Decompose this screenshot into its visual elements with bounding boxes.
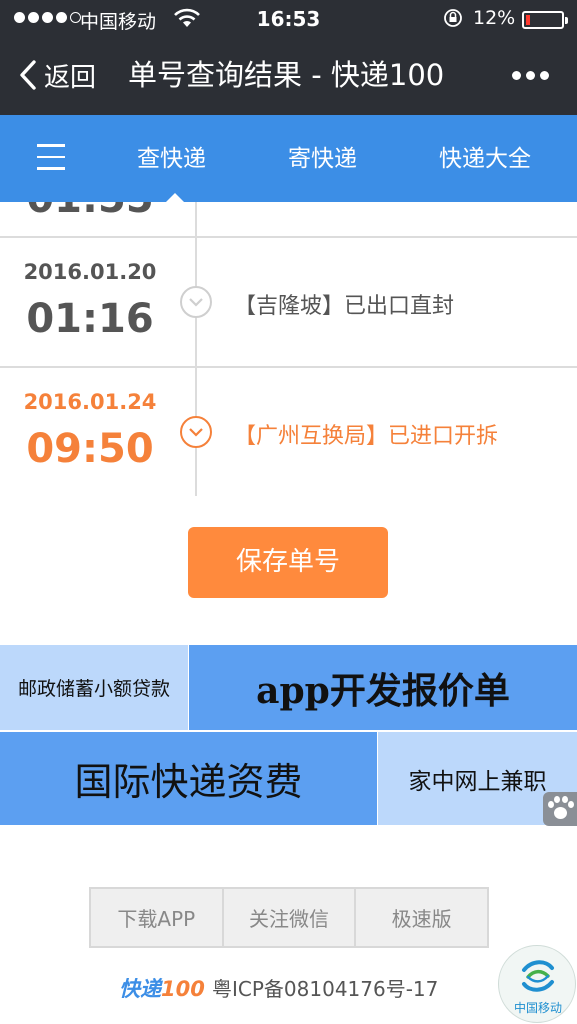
follow-wechat-link[interactable]: 关注微信 <box>224 889 357 946</box>
timeline-status-text: 【吉隆坡】已出口直封 <box>234 294 455 319</box>
battery-icon <box>522 11 568 29</box>
ad-link-postal-loan[interactable]: 邮政储蓄小额贷款 <box>0 645 188 730</box>
download-app-link[interactable]: 下载APP <box>91 889 224 946</box>
more-options-button[interactable] <box>512 71 549 80</box>
more-dot-icon <box>526 71 535 80</box>
timeline-chevron-down-icon <box>180 416 212 448</box>
back-button[interactable]: 返回 <box>18 55 96 95</box>
timeline-status-text: 【广州互换局】已进口开拆 <box>234 424 499 449</box>
kuaidi100-logo: 快递100 <box>119 973 205 1003</box>
nav-header: 返回 单号查询结果 - 快递100 <box>0 45 577 107</box>
battery-percent: 12% <box>473 7 516 29</box>
icp-license-text: 粤ICP备08104176号-17 <box>212 977 439 1001</box>
timeline-row-partial: 01:55 <box>0 202 577 238</box>
battery-level <box>526 15 530 25</box>
china-mobile-label: 中国移动 <box>513 1001 562 1015</box>
top-bar: 中国移动 16:53 12% 返回 单号查询结果 - 快递100 <box>0 0 577 115</box>
ad-link-app-quote[interactable]: app开发报价单 <box>189 645 577 730</box>
rotation-lock-icon <box>444 9 462 27</box>
timeline-time: 01:16 <box>26 296 154 342</box>
timeline-time: 09:50 <box>26 426 154 472</box>
timeline-chevron-down-icon <box>180 286 212 318</box>
tab-track-express[interactable]: 查快递 <box>137 143 206 175</box>
more-dot-icon <box>540 71 549 80</box>
timeline-date: 2016.01.20 <box>23 260 157 284</box>
footer-links: 下载APP 关注微信 极速版 <box>89 887 489 948</box>
paw-icon[interactable] <box>543 792 577 826</box>
hamburger-menu-icon[interactable] <box>37 144 65 170</box>
chevron-left-icon <box>20 60 36 90</box>
more-dot-icon <box>512 71 521 80</box>
site-nav: 查快递 寄快递 快递大全 <box>0 115 577 202</box>
lite-version-link[interactable]: 极速版 <box>356 889 487 946</box>
china-mobile-logo-icon <box>522 960 554 992</box>
timeline-row-latest: 2016.01.24 09:50 【广州互换局】已进口开拆 <box>0 368 577 496</box>
tracking-timeline: 01:55 2016.01.20 01:16 【吉隆坡】已出口直封 2016.0… <box>0 202 577 496</box>
logo-text: 快递 <box>119 977 161 1001</box>
back-label: 返回 <box>44 62 97 93</box>
china-mobile-badge[interactable]: 中国移动 <box>498 945 576 1023</box>
timeline-time: 01:55 <box>0 202 180 222</box>
ad-link-intl-shipping-fees[interactable]: 国际快递资费 <box>0 732 377 825</box>
timeline-date: 2016.01.24 <box>23 390 157 414</box>
timeline-row: 2016.01.20 01:16 【吉隆坡】已出口直封 <box>0 238 577 368</box>
tab-express-directory[interactable]: 快递大全 <box>439 143 531 175</box>
save-tracking-number-button[interactable]: 保存单号 <box>188 527 388 598</box>
status-bar: 中国移动 16:53 12% <box>0 0 577 38</box>
logo-suffix: 100 <box>161 977 205 1001</box>
active-tab-indicator <box>166 193 184 202</box>
tab-send-express[interactable]: 寄快递 <box>288 143 357 175</box>
page-title: 单号查询结果 - 快递100 <box>128 58 445 92</box>
